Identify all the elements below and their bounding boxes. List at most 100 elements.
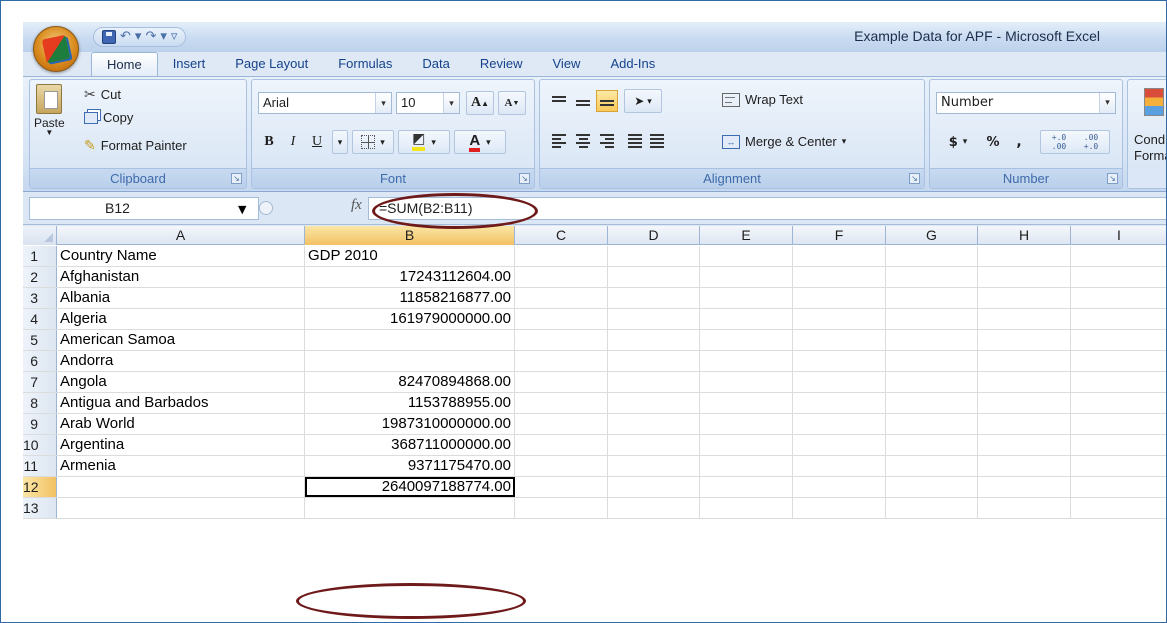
cell-g4[interactable]: [886, 309, 978, 329]
row-header[interactable]: 11: [23, 456, 57, 476]
cell-f9[interactable]: [793, 414, 886, 434]
cell-e5[interactable]: [700, 330, 793, 350]
cell-c3[interactable]: [515, 288, 608, 308]
cell-a1[interactable]: Country Name: [57, 246, 305, 266]
cell-c11[interactable]: [515, 456, 608, 476]
decrease-decimal-button[interactable]: .00 +.0: [1075, 133, 1107, 151]
cell-i8[interactable]: [1071, 393, 1166, 413]
cell-c6[interactable]: [515, 351, 608, 371]
redo-icon[interactable]: ↷: [145, 28, 156, 46]
shrink-font-button[interactable]: A ▼: [498, 91, 526, 115]
cell-d7[interactable]: [608, 372, 700, 392]
cell-b6[interactable]: [305, 351, 515, 371]
cell-i6[interactable]: [1071, 351, 1166, 371]
merge-center-button[interactable]: ↔ Merge & Center ▾: [722, 134, 846, 149]
cell-i10[interactable]: [1071, 435, 1166, 455]
tab-add-ins[interactable]: Add-Ins: [595, 52, 670, 76]
cell-a3[interactable]: Albania: [57, 288, 305, 308]
conditional-formatting-button[interactable]: Cond Forma: [1134, 132, 1166, 164]
percent-button[interactable]: %: [982, 130, 1004, 154]
alignment-launcher-icon[interactable]: ↘: [909, 173, 920, 184]
bold-button[interactable]: B: [258, 130, 280, 154]
cell-g1[interactable]: [886, 246, 978, 266]
wrap-text-button[interactable]: Wrap Text: [722, 92, 803, 107]
cell-a5[interactable]: American Samoa: [57, 330, 305, 350]
column-header-g[interactable]: G: [886, 226, 978, 245]
tab-page-layout[interactable]: Page Layout: [220, 52, 323, 76]
cell-d8[interactable]: [608, 393, 700, 413]
format-painter-button[interactable]: ✎ Format Painter: [84, 137, 187, 154]
cell-i5[interactable]: [1071, 330, 1166, 350]
cell-g11[interactable]: [886, 456, 978, 476]
cell-d12[interactable]: [608, 477, 700, 497]
cell-d13[interactable]: [608, 498, 700, 518]
row-header[interactable]: 10: [23, 435, 57, 455]
cell-i2[interactable]: [1071, 267, 1166, 287]
align-middle-icon[interactable]: [572, 90, 594, 112]
cell-f11[interactable]: [793, 456, 886, 476]
cell-i3[interactable]: [1071, 288, 1166, 308]
font-name-select[interactable]: Arial ▾: [258, 92, 392, 114]
cell-i13[interactable]: [1071, 498, 1166, 518]
align-bottom-icon[interactable]: [596, 90, 618, 112]
row-header[interactable]: 1: [23, 246, 57, 266]
column-header-d[interactable]: D: [608, 226, 700, 245]
cell-g8[interactable]: [886, 393, 978, 413]
formula-bar-splitter-icon[interactable]: [259, 201, 273, 215]
row-header[interactable]: 6: [23, 351, 57, 371]
column-header-c[interactable]: C: [515, 226, 608, 245]
cell-f3[interactable]: [793, 288, 886, 308]
cell-g7[interactable]: [886, 372, 978, 392]
cell-g12[interactable]: [886, 477, 978, 497]
cell-c9[interactable]: [515, 414, 608, 434]
cell-d6[interactable]: [608, 351, 700, 371]
borders-button[interactable]: ▾: [352, 130, 394, 154]
font-size-select[interactable]: 10 ▾: [396, 92, 460, 114]
currency-button[interactable]: $ ▾: [938, 130, 978, 154]
font-launcher-icon[interactable]: ↘: [519, 173, 530, 184]
italic-button[interactable]: I: [282, 130, 304, 154]
cell-b1[interactable]: GDP 2010: [305, 246, 515, 266]
cell-e8[interactable]: [700, 393, 793, 413]
cell-c7[interactable]: [515, 372, 608, 392]
cell-b7[interactable]: 82470894868.00: [305, 372, 515, 392]
cell-d4[interactable]: [608, 309, 700, 329]
cell-a12[interactable]: [57, 477, 305, 497]
row-header[interactable]: 9: [23, 414, 57, 434]
cell-b8[interactable]: 1153788955.00: [305, 393, 515, 413]
cell-g6[interactable]: [886, 351, 978, 371]
underline-button[interactable]: U: [306, 130, 328, 154]
cell-i1[interactable]: [1071, 246, 1166, 266]
customize-qat-icon[interactable]: ▿: [171, 28, 178, 46]
row-header[interactable]: 4: [23, 309, 57, 329]
cell-d1[interactable]: [608, 246, 700, 266]
cell-g10[interactable]: [886, 435, 978, 455]
cell-d11[interactable]: [608, 456, 700, 476]
cell-e1[interactable]: [700, 246, 793, 266]
cell-e9[interactable]: [700, 414, 793, 434]
cut-button[interactable]: ✂ Cut: [84, 86, 121, 103]
cell-d9[interactable]: [608, 414, 700, 434]
cell-h12[interactable]: [978, 477, 1071, 497]
cell-a13[interactable]: [57, 498, 305, 518]
cell-b5[interactable]: [305, 330, 515, 350]
increase-decimal-button[interactable]: +.0 .00: [1043, 133, 1075, 151]
column-header-h[interactable]: H: [978, 226, 1071, 245]
cell-a10[interactable]: Argentina: [57, 435, 305, 455]
cell-d3[interactable]: [608, 288, 700, 308]
cell-e3[interactable]: [700, 288, 793, 308]
cell-g3[interactable]: [886, 288, 978, 308]
cell-c10[interactable]: [515, 435, 608, 455]
cell-e6[interactable]: [700, 351, 793, 371]
comma-style-button[interactable]: ,: [1008, 130, 1030, 154]
cell-d2[interactable]: [608, 267, 700, 287]
row-header[interactable]: 13: [23, 498, 57, 518]
orientation-button[interactable]: ➤ ▾: [624, 89, 662, 113]
cell-f1[interactable]: [793, 246, 886, 266]
cell-h8[interactable]: [978, 393, 1071, 413]
column-header-i[interactable]: I: [1071, 226, 1166, 245]
cell-a6[interactable]: Andorra: [57, 351, 305, 371]
cell-g13[interactable]: [886, 498, 978, 518]
name-box[interactable]: B12: [29, 197, 259, 220]
cell-f2[interactable]: [793, 267, 886, 287]
